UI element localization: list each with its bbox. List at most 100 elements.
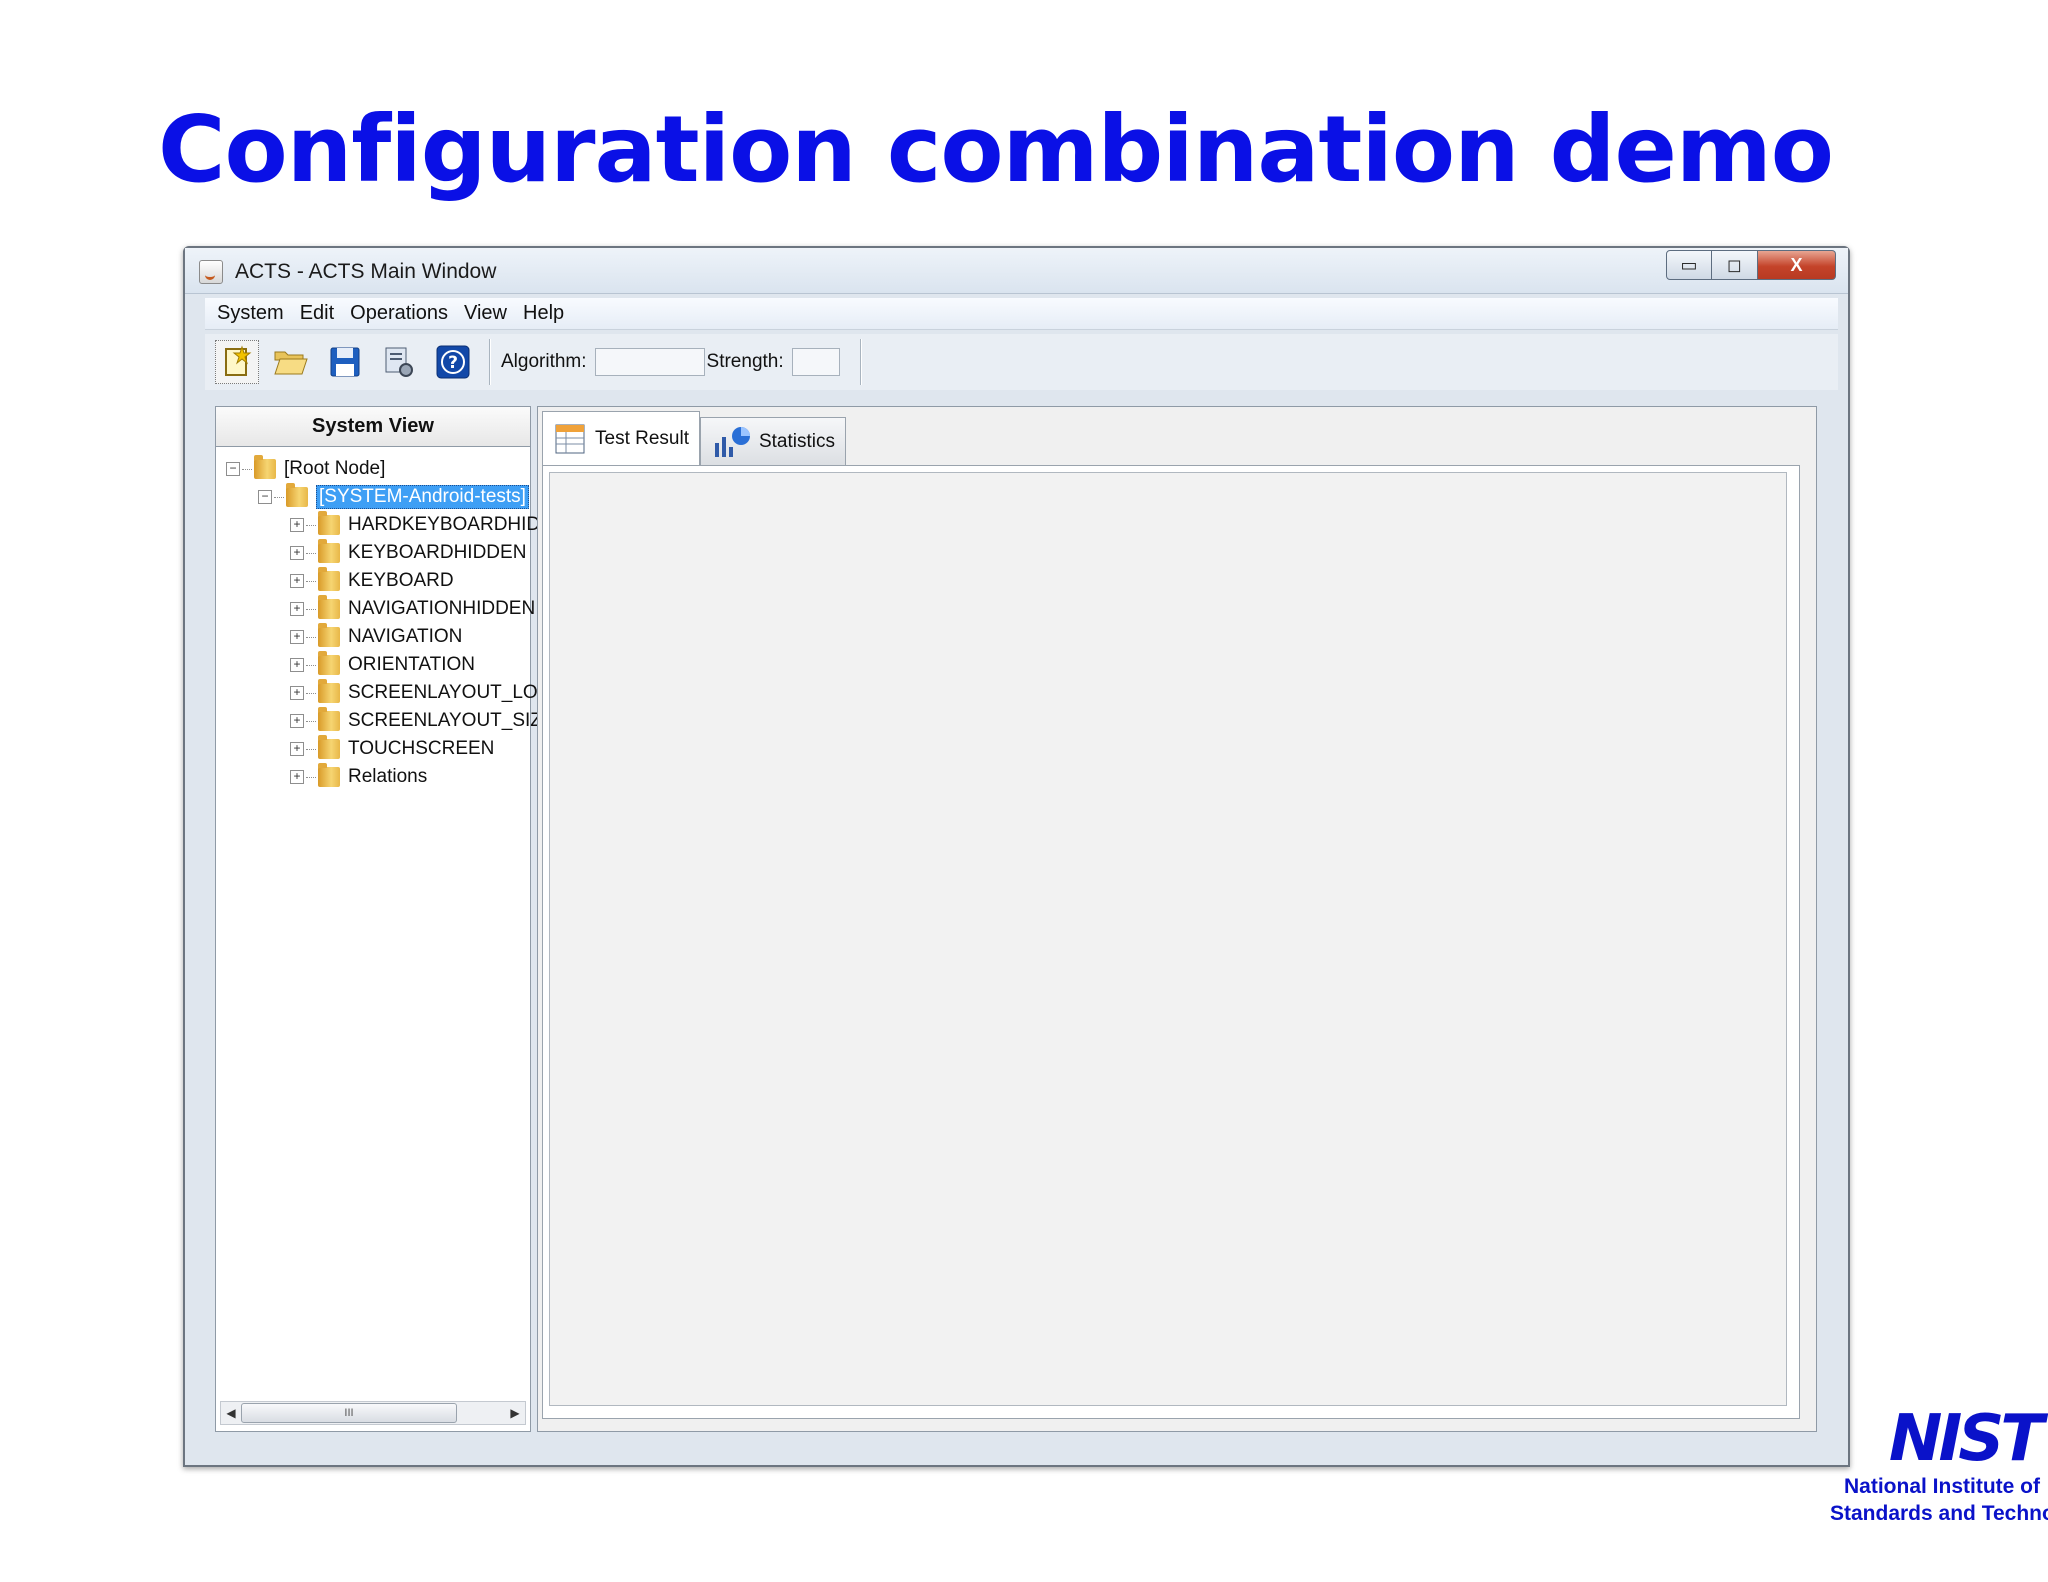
tree-item[interactable]: + KEYBOARDHIDDEN <box>216 539 530 567</box>
save-button[interactable] <box>323 340 367 384</box>
result-panel: Test Result Statistics <box>537 406 1817 1432</box>
tree-system-node[interactable]: − [SYSTEM-Android-tests] <box>216 483 530 511</box>
tree-node-label: [Root Node] <box>284 458 386 479</box>
toolbar: ? Algorithm: Strength: <box>205 334 1838 390</box>
tree-connector <box>306 692 316 694</box>
scroll-thumb[interactable]: III <box>241 1403 457 1423</box>
tree-item[interactable]: + SCREENLAYOUT_LON <box>216 679 551 707</box>
folder-icon <box>286 483 308 507</box>
help-button[interactable]: ? <box>431 340 475 384</box>
nist-logo: NIST National Institute of Standards and… <box>1830 1402 2048 1535</box>
tree-item-label: SCREENLAYOUT_LON <box>348 682 552 703</box>
tree-item[interactable]: + KEYBOARD <box>216 567 530 595</box>
expand-icon[interactable]: + <box>290 602 304 616</box>
tree-node-label-selected: [SYSTEM-Android-tests] <box>316 485 529 509</box>
acts-main-window: ACTS - ACTS Main Window ▭ ◻ X System Edi… <box>183 246 1850 1467</box>
strength-label: Strength: <box>706 351 784 372</box>
nist-name-line2: Standards and Technology <box>1830 1502 2048 1525</box>
menu-edit[interactable]: Edit <box>300 302 334 325</box>
algorithm-label: Algorithm: <box>501 351 587 372</box>
tab-label: Test Result <box>595 427 689 449</box>
folder-icon <box>318 651 340 675</box>
expand-icon[interactable]: + <box>290 686 304 700</box>
table-icon <box>555 424 585 453</box>
tab-statistics[interactable]: Statistics <box>699 417 847 465</box>
tree-connector <box>306 636 316 638</box>
tree-connector <box>306 580 316 582</box>
tree-item[interactable]: + HARDKEYBOARDHIDI <box>216 511 545 539</box>
build-button[interactable] <box>377 340 421 384</box>
java-app-icon <box>199 260 223 284</box>
tree-connector <box>306 748 316 750</box>
menu-system[interactable]: System <box>217 302 284 325</box>
tree-item-label: ORIENTATION <box>348 654 476 675</box>
tree-item[interactable]: + ORIENTATION <box>216 651 530 679</box>
new-system-button[interactable] <box>215 340 259 384</box>
window-title: ACTS - ACTS Main Window <box>235 260 497 283</box>
toolbar-separator <box>489 339 491 385</box>
tree-connector <box>242 468 252 470</box>
expand-icon[interactable]: + <box>290 770 304 784</box>
horizontal-scrollbar[interactable]: ◀ III ▶ <box>220 1401 526 1425</box>
collapse-icon[interactable]: − <box>226 462 240 476</box>
system-view-panel: System View − [Root Node] − [SYSTEM-Andr… <box>215 406 551 1432</box>
tree-item-label: KEYBOARDHIDDEN <box>348 542 527 563</box>
tree-item[interactable]: + Relations <box>216 763 530 791</box>
tree-connector <box>306 720 316 722</box>
folder-icon <box>318 707 340 731</box>
menu-view[interactable]: View <box>464 302 507 325</box>
tree-item-label: Relations <box>348 766 428 787</box>
tree-connector <box>306 664 316 666</box>
system-tree: − [Root Node] − [SYSTEM-Android-tests] +… <box>216 447 551 791</box>
tree-connector <box>306 608 316 610</box>
tree-item[interactable]: + NAVIGATION <box>216 623 530 651</box>
strength-field[interactable] <box>791 348 840 376</box>
tree-item[interactable]: + NAVIGATIONHIDDEN <box>216 595 535 623</box>
tree-item-label: HARDKEYBOARDHIDI <box>348 514 546 535</box>
result-tabs: Test Result Statistics <box>542 411 847 465</box>
expand-icon[interactable]: + <box>290 574 304 588</box>
menu-help[interactable]: Help <box>523 302 564 325</box>
toolbar-separator <box>859 339 862 385</box>
svg-text:?: ? <box>448 353 458 373</box>
tree-connector <box>274 496 284 498</box>
scroll-left-icon[interactable]: ◀ <box>221 1406 241 1420</box>
tree-connector <box>306 776 316 778</box>
tree-root-node[interactable]: − [Root Node] <box>216 455 530 483</box>
folder-icon <box>318 623 340 647</box>
close-button[interactable]: X <box>1758 250 1836 280</box>
test-result-area[interactable] <box>549 472 1787 1406</box>
menu-bar: System Edit Operations View Help <box>205 298 1838 330</box>
folder-icon <box>318 539 340 563</box>
tab-label: Statistics <box>758 430 836 452</box>
tree-item[interactable]: + TOUCHSCREEN <box>216 735 530 763</box>
minimize-button[interactable]: ▭ <box>1666 250 1712 280</box>
expand-icon[interactable]: + <box>290 630 304 644</box>
build-settings-icon <box>385 347 413 377</box>
tree-connector <box>306 552 316 554</box>
nist-name-line1: National Institute of <box>1844 1475 2040 1498</box>
algorithm-field[interactable] <box>594 348 705 376</box>
tree-connector <box>306 524 316 526</box>
title-bar[interactable]: ACTS - ACTS Main Window ▭ ◻ X <box>185 248 1848 294</box>
tab-test-result[interactable]: Test Result <box>542 411 700 465</box>
nist-wordmark: NIST <box>1888 1402 2044 1476</box>
expand-icon[interactable]: + <box>290 714 304 728</box>
scroll-right-icon[interactable]: ▶ <box>505 1406 525 1420</box>
expand-icon[interactable]: + <box>290 658 304 672</box>
tree-item[interactable]: + SCREENLAYOUT_SIZ <box>216 707 542 735</box>
system-view-header: System View <box>216 407 530 447</box>
expand-icon[interactable]: + <box>290 518 304 532</box>
collapse-icon[interactable]: − <box>258 490 272 504</box>
expand-icon[interactable]: + <box>290 742 304 756</box>
folder-icon <box>318 567 340 591</box>
open-folder-icon <box>274 351 308 375</box>
menu-operations[interactable]: Operations <box>350 302 448 325</box>
window-controls: ▭ ◻ X <box>1666 250 1836 280</box>
tree-item-label: KEYBOARD <box>348 570 454 591</box>
open-button[interactable] <box>269 340 313 384</box>
folder-icon <box>318 763 340 787</box>
maximize-button[interactable]: ◻ <box>1712 250 1758 280</box>
expand-icon[interactable]: + <box>290 546 304 560</box>
chart-icon <box>714 426 750 457</box>
